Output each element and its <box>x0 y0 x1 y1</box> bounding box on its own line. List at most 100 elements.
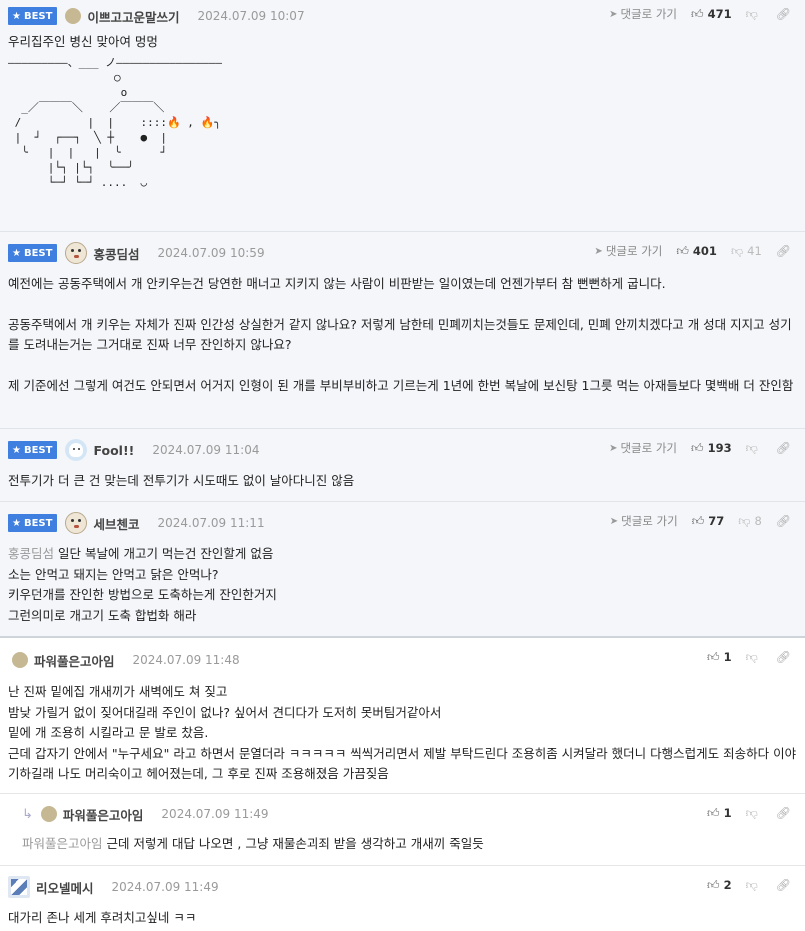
downvote-button[interactable]: 👎︎ <box>746 878 762 893</box>
go-to-comment-link[interactable]: ➤ 댓글로 가기 <box>609 6 677 22</box>
thumbs-down-icon: 👎︎ <box>745 877 758 892</box>
link-icon[interactable]: 🔗︎ <box>776 878 791 892</box>
author-nickname[interactable]: Fool!! <box>93 443 134 458</box>
upvote-button[interactable]: 👍︎ 471 <box>691 7 732 22</box>
comment-header: ★ BEST 이쁘고고운말쓰기 2024.07.09 10:07 ➤ 댓글로 가기 … <box>8 0 797 32</box>
avatar[interactable] <box>65 242 88 264</box>
thumbs-down-icon: 👎︎ <box>745 6 758 21</box>
upvote-button[interactable]: 👍︎ 1 <box>707 650 732 665</box>
star-icon: ★ <box>12 247 21 259</box>
comment-text: 공동주택에서 개 키우는 자체가 진짜 인간성 상실한거 같지 않나요? 저렇게… <box>8 316 792 353</box>
comment-list: ★ BEST 이쁘고고운말쓰기 2024.07.09 10:07 ➤ 댓글로 가기 … <box>0 0 805 931</box>
downvote-button[interactable]: 👎︎ <box>746 7 762 22</box>
star-icon: ★ <box>12 444 21 456</box>
comment-tools: ➤ 댓글로 가기 👍︎ 401 👎︎ 41 🔗︎ <box>594 232 791 270</box>
author-nickname[interactable]: 홍콩딤섬 <box>93 244 139 263</box>
comment-date: 2024.07.09 11:11 <box>157 516 265 530</box>
arrow-icon: ➤ <box>609 515 619 527</box>
mention-link[interactable]: 파워풀은고아임 <box>22 836 103 851</box>
go-to-comment-label: 댓글로 가기 <box>605 244 663 258</box>
best-comment: ★ BEST Fool!! 2024.07.09 11:04 ➤ 댓글로 가기 👍︎… <box>0 429 805 502</box>
comment-text: 근데 갑자기 안에서 "누구세요" 라고 하면서 문열더라 ㅋㅋㅋㅋㅋ 씩씩거리… <box>8 745 797 782</box>
link-icon[interactable]: 🔗︎ <box>776 806 791 820</box>
thumbs-up-icon: 👍︎ <box>707 877 720 892</box>
go-to-comment-link[interactable]: ➤ 댓글로 가기 <box>594 243 662 259</box>
link-icon[interactable]: 🔗︎ <box>776 244 791 258</box>
comment-text: 파워풀은고아임 근데 저렇게 대답 나오면 , 그냥 재물손괴죄 받을 생각하고 … <box>22 834 797 855</box>
comment-body: 난 진짜 밑에집 개새끼가 새벽에도 쳐 짖고 밤낮 가릴거 없이 짖어대길래 … <box>8 682 797 793</box>
link-icon[interactable]: 🔗︎ <box>776 514 791 528</box>
comment-date: 2024.07.09 10:59 <box>157 246 265 260</box>
author-nickname[interactable]: 파워풀은고아임 <box>34 651 115 670</box>
comment-text: 대가리 존나 세게 후려치고싶네 ㅋㅋ <box>8 910 197 925</box>
author-nickname[interactable]: 파워풀은고아임 <box>63 805 144 824</box>
comment-date: 2024.07.09 11:49 <box>161 807 269 821</box>
upvote-button[interactable]: 👍︎ 193 <box>691 441 732 456</box>
comment-body: 전투기가 더 큰 건 맞는데 전투기가 시도때도 없이 날아다니진 않음 <box>8 471 797 500</box>
upvote-count: 77 <box>708 514 725 528</box>
comment-body: 대가리 존나 세게 후려치고싶네 ㅋㅋ <box>8 908 797 931</box>
upvote-count: 1 <box>723 650 732 664</box>
comment-header: 리오넬메시 2024.07.09 11:49 👍︎ 2 👎︎ 🔗︎ <box>8 866 797 908</box>
comment: 리오넬메시 2024.07.09 11:49 👍︎ 2 👎︎ 🔗︎ 대가리 존나 … <box>0 866 805 931</box>
comment-text-segment: 근데 저렇게 대답 나오면 , 그냥 재물손괴죄 받을 생각하고 개새끼 죽일듯 <box>106 836 484 851</box>
avatar[interactable] <box>12 652 28 668</box>
mention-link[interactable]: 홍콩딤섬 <box>8 546 54 561</box>
comment-text: 홍콩딤섬 일단 복날에 개고기 먹는건 잔인할게 없음 <box>8 544 797 565</box>
thumbs-up-icon: 👍︎ <box>676 243 689 258</box>
go-to-comment-label: 댓글로 가기 <box>620 7 678 21</box>
ascii-line: ―――――――――、___ ノ―――――――――――――――― <box>8 55 223 69</box>
link-icon[interactable]: 🔗︎ <box>776 650 791 664</box>
upvote-button[interactable]: 👍︎ 77 <box>692 514 725 529</box>
thumbs-up-icon: 👍︎ <box>691 6 704 21</box>
comment: 파워풀은고아임 2024.07.09 11:48 👍︎ 1 👎︎ 🔗︎ 난 진짜 … <box>0 638 805 794</box>
downvote-button[interactable]: 👎︎ <box>746 441 762 456</box>
upvote-button[interactable]: 👍︎ 2 <box>707 878 732 893</box>
ascii-line: o <box>8 85 128 99</box>
comment-tools: ➤ 댓글로 가기 👍︎ 471 👎︎ 🔗︎ <box>609 0 791 28</box>
star-icon: ★ <box>12 10 21 22</box>
comment-header: ↳ 파워풀은고아임 2024.07.09 11:49 👍︎ 1 👎︎ 🔗︎ <box>22 794 797 834</box>
comment-date: 2024.07.09 10:07 <box>197 9 305 23</box>
thumbs-up-icon: 👍︎ <box>691 513 705 528</box>
thumbs-up-icon: 👍︎ <box>707 805 720 820</box>
author-nickname[interactable]: 세브첸코 <box>93 514 139 533</box>
avatar[interactable] <box>65 439 88 461</box>
downvote-button[interactable]: 👎︎ 41 <box>731 244 762 259</box>
comment-date: 2024.07.09 11:48 <box>132 653 240 667</box>
avatar[interactable] <box>40 806 57 822</box>
comment-text <box>8 295 797 315</box>
comment-text <box>8 356 797 376</box>
avatar[interactable] <box>65 512 88 534</box>
best-comment: ★ BEST 이쁘고고운말쓰기 2024.07.09 10:07 ➤ 댓글로 가기 … <box>0 0 805 232</box>
upvote-button[interactable]: 👍︎ 401 <box>676 244 717 259</box>
author-nickname[interactable]: 리오넬메시 <box>36 878 94 897</box>
avatar[interactable] <box>8 876 30 898</box>
go-to-comment-link[interactable]: ➤ 댓글로 가기 <box>610 513 678 529</box>
comment-body: 예전에는 공동주택에서 개 안키우는건 당연한 매너고 지키지 않는 사람이 비… <box>8 274 797 404</box>
best-comment: ★ BEST 홍콩딤섬 2024.07.09 10:59 ➤ 댓글로 가기 👍︎ 40… <box>0 232 805 429</box>
arrow-icon: ➤ <box>609 8 618 20</box>
arrow-icon: ➤ <box>594 245 603 257</box>
go-to-comment-label: 댓글로 가기 <box>620 441 678 455</box>
upvote-count: 471 <box>707 7 732 21</box>
author-nickname[interactable]: 이쁘고고운말쓰기 <box>87 7 179 26</box>
upvote-button[interactable]: 👍︎ 1 <box>707 806 732 821</box>
comment-header: ★ BEST 세브첸코 2024.07.09 11:11 ➤ 댓글로 가기 👍︎ 77… <box>8 502 797 544</box>
star-icon: ★ <box>12 517 21 529</box>
comment-text: 우리집주인 병신 맞아여 멍멍 <box>8 34 158 49</box>
downvote-button[interactable]: 👎︎ <box>746 806 762 821</box>
comment-text: 밤낮 가릴거 없이 짖어대길래 주인이 없나? 싶어서 견디다가 도저히 못버팀… <box>8 704 442 720</box>
link-icon[interactable]: 🔗︎ <box>776 441 791 455</box>
go-to-comment-link[interactable]: ➤ 댓글로 가기 <box>609 440 677 456</box>
upvote-count: 1 <box>723 806 732 820</box>
link-icon[interactable]: 🔗︎ <box>776 7 791 21</box>
comment-tools: ➤ 댓글로 가기 👍︎ 77 👎︎ 8 🔗︎ <box>610 502 791 540</box>
avatar[interactable] <box>65 8 82 24</box>
reply-comment: ↳ 파워풀은고아임 2024.07.09 11:49 👍︎ 1 👎︎ 🔗︎ 파워풀… <box>0 794 805 866</box>
ascii-line: ○ <box>8 70 121 84</box>
downvote-button[interactable]: 👎︎ <box>746 650 762 665</box>
downvote-button[interactable]: 👎︎ 8 <box>738 514 762 529</box>
ascii-line: _／￣￣￣＼ ／￣￣￣＼ <box>8 100 165 114</box>
comment-header: 파워풀은고아임 2024.07.09 11:48 👍︎ 1 👎︎ 🔗︎ <box>8 638 797 682</box>
